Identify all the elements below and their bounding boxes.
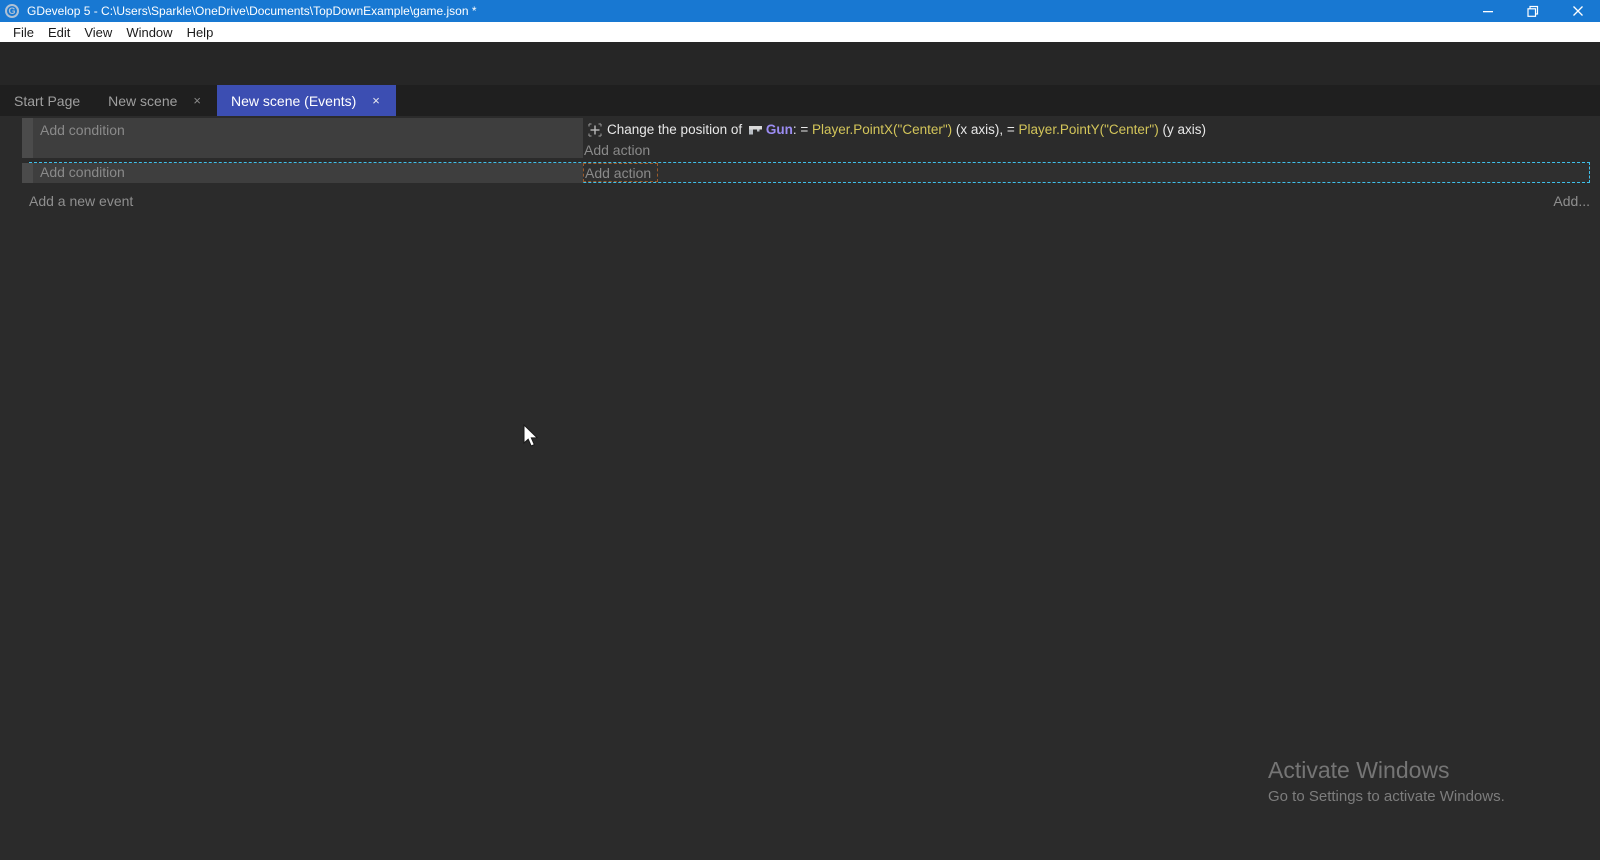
add-condition-link[interactable]: Add condition [33,163,583,180]
menu-bar: File Edit View Window Help [0,22,1600,42]
window-titlebar: G GDevelop 5 - C:\Users\Sparkle\OneDrive… [0,0,1600,22]
watermark-subtitle: Go to Settings to activate Windows. [1268,788,1505,805]
event-drag-handle[interactable] [22,118,33,158]
action-expression-x: Player.PointX("Center") [812,122,952,137]
action-text: (x axis), = [952,122,1018,137]
action-text: (y axis) [1159,122,1206,137]
add-condition-link[interactable]: Add condition [33,118,583,138]
window-title: GDevelop 5 - C:\Users\Sparkle\OneDrive\D… [27,4,477,18]
action-object-name: Gun [766,122,793,137]
action-text: : = [793,122,812,137]
tab-label: Start Page [14,93,80,109]
event1-conditions-cell[interactable]: Add condition [33,118,583,158]
event-drag-handle[interactable] [22,163,33,183]
events-sheet: Add condition Change the position of [0,116,1600,860]
tab-new-scene-events[interactable]: New scene (Events) × [217,85,396,116]
action-text: Change the position of [607,122,746,137]
change-position-icon [588,123,602,137]
event1-add-action[interactable]: Add action [584,142,650,160]
tab-label: New scene [108,93,177,109]
gdevelop-logo-icon: G [5,4,19,18]
action-expression-y: Player.PointY("Center") [1019,122,1159,137]
watermark-title: Activate Windows [1268,757,1505,784]
action-item[interactable]: Change the position of Gun: = Player.Poi… [588,120,1206,139]
mouse-cursor [521,424,543,453]
menu-help[interactable]: Help [180,22,221,42]
tab-label: New scene (Events) [231,93,356,109]
restore-button[interactable] [1510,0,1555,22]
activate-windows-watermark: Activate Windows Go to Settings to activ… [1268,757,1505,805]
tab-start-page[interactable]: Start Page [0,85,94,116]
editor-tabbar: Start Page New scene × New scene (Events… [0,85,1600,116]
add-more-link[interactable]: Add... [1553,193,1590,209]
gun-object-icon [748,124,763,136]
event2-conditions-cell[interactable]: Add condition [33,163,583,183]
add-action-link[interactable]: Add action [584,142,650,158]
main-toolbar [0,42,1600,85]
menu-edit[interactable]: Edit [41,22,77,42]
tab-close-icon[interactable]: × [191,93,203,108]
window-controls [1465,0,1600,22]
tab-close-icon[interactable]: × [370,93,382,108]
menu-view[interactable]: View [77,22,119,42]
menu-file[interactable]: File [6,22,41,42]
menu-window[interactable]: Window [119,22,179,42]
tab-new-scene[interactable]: New scene × [94,85,217,116]
event2-add-action-focused[interactable]: Add action [583,163,658,182]
close-button[interactable] [1555,0,1600,22]
minimize-button[interactable] [1465,0,1510,22]
add-action-link[interactable]: Add action [585,165,651,181]
add-new-event-link[interactable]: Add a new event [29,193,133,209]
